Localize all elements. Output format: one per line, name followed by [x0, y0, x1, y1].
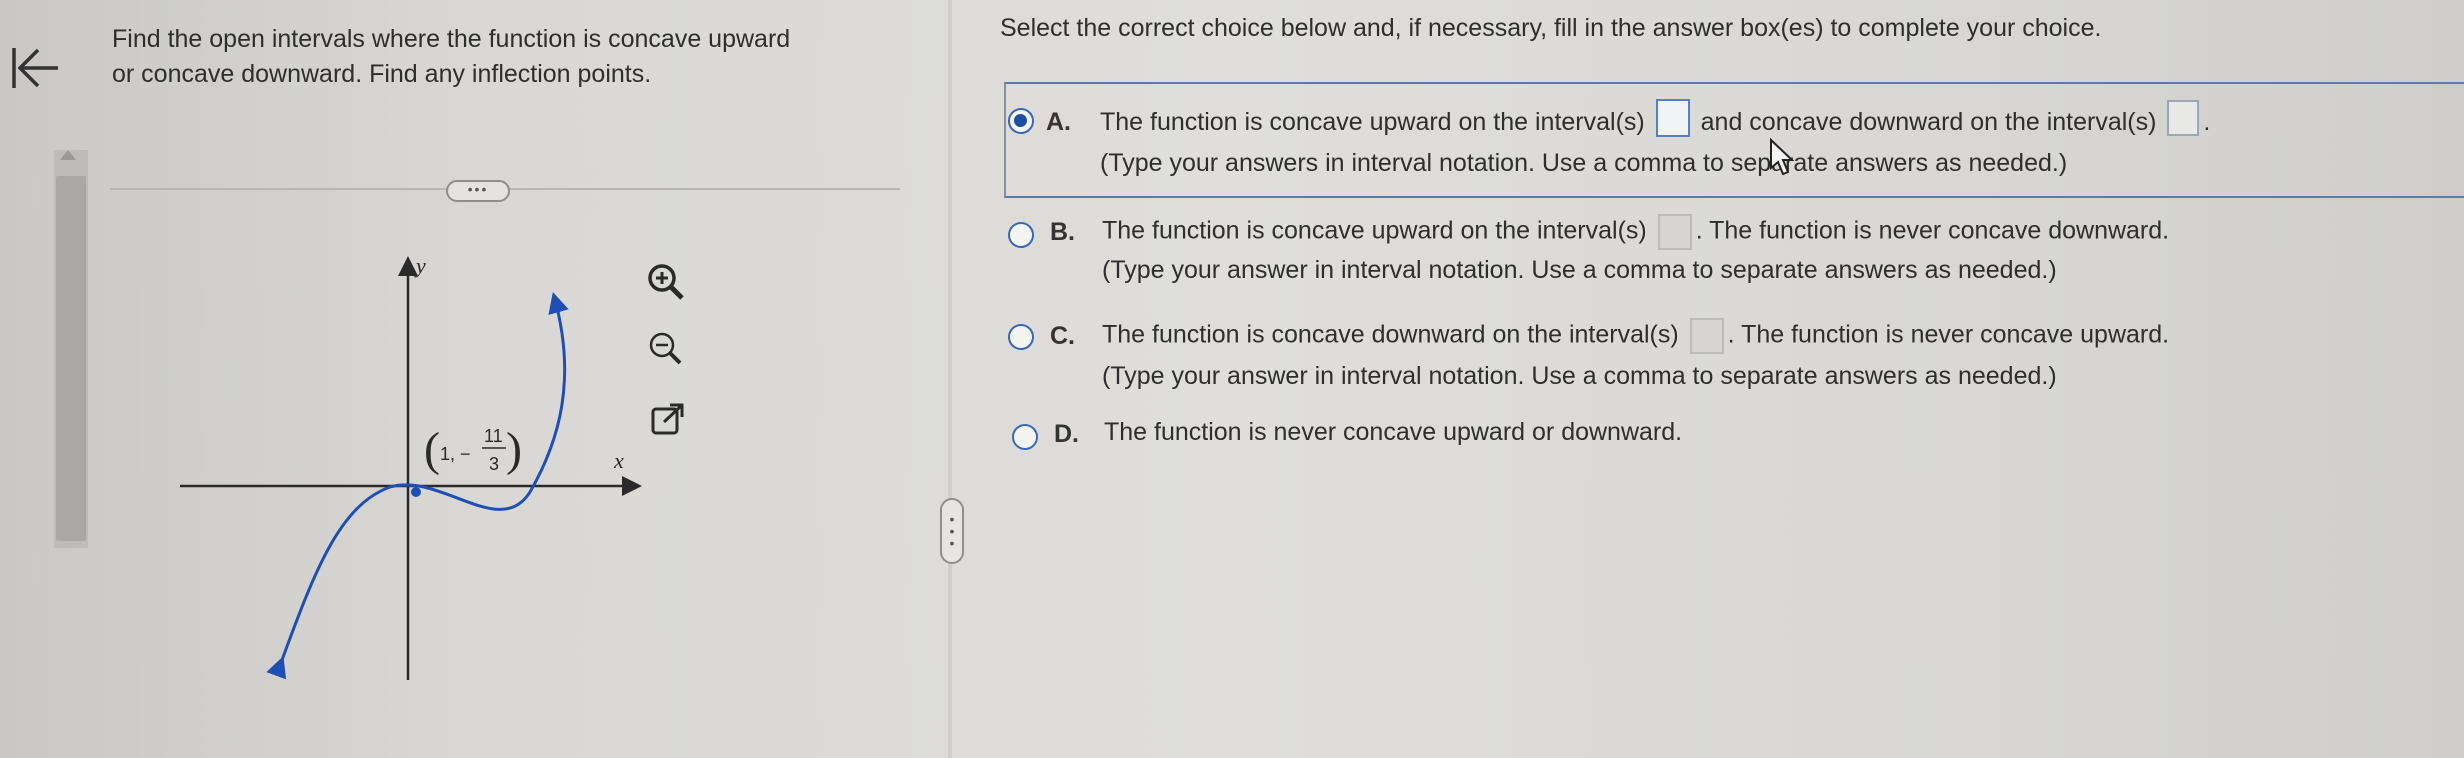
- back-arrow-icon: [12, 48, 58, 88]
- expand-button[interactable]: •••: [446, 180, 510, 202]
- popout-button[interactable]: [648, 400, 694, 446]
- choice-c-text-1: The function is concave downward on the …: [1102, 320, 1679, 349]
- choice-a-concave-up-input[interactable]: [1655, 99, 1690, 138]
- choice-b-concave-up-input[interactable]: [1657, 214, 1692, 250]
- choice-c-radio[interactable]: [1008, 324, 1034, 350]
- x-axis-label: x: [613, 448, 624, 473]
- choice-b-line-1: The function is concave upward on the in…: [1102, 214, 2169, 250]
- point-label-numerator: 11: [484, 426, 503, 446]
- choice-a-text-1: The function is concave upward on the in…: [1100, 108, 1645, 136]
- question-line-2: or concave downward. Find any inflection…: [112, 60, 652, 88]
- choice-c-line-1: The function is concave downward on the …: [1102, 318, 2169, 354]
- external-link-icon: [651, 403, 684, 435]
- choice-b-text-2: . The function is never concave downward…: [1695, 216, 2170, 245]
- function-graph: y x ( 1, − 11 3 ): [180, 253, 642, 680]
- question-text: Find the open intervals where the functi…: [112, 22, 912, 92]
- zoom-out-icon: [649, 332, 682, 365]
- choice-a-text-3: .: [2203, 108, 2211, 136]
- point-label-prefix: 1, −: [440, 444, 471, 464]
- choice-a-text-2: and concave downward on the interval(s): [1700, 108, 2157, 136]
- zoom-out-button[interactable]: [642, 325, 688, 371]
- choice-b-letter: B.: [1050, 218, 1075, 246]
- choice-a-line-1: The function is concave upward on the in…: [1100, 99, 2211, 138]
- function-curve: [266, 291, 569, 680]
- choice-b-line-2: (Type your answer in interval notation. …: [1102, 256, 2057, 284]
- inflection-point: [411, 487, 421, 497]
- choice-a-letter: A.: [1046, 108, 1071, 136]
- choice-d-radio[interactable]: [1012, 424, 1038, 450]
- choice-c-letter: C.: [1050, 322, 1075, 350]
- back-button[interactable]: [6, 40, 62, 96]
- choice-d-letter: D.: [1054, 420, 1079, 448]
- splitter-dot: •: [949, 535, 955, 551]
- choice-c-concave-down-input[interactable]: [1689, 318, 1724, 354]
- panel-splitter[interactable]: [948, 0, 952, 758]
- y-axis-label: y: [414, 253, 426, 278]
- choice-a-highlight: [1004, 82, 2464, 198]
- instruction-text: Select the correct choice below and, if …: [1000, 14, 2102, 42]
- scroll-up-arrow-icon[interactable]: [60, 150, 76, 160]
- choice-a-radio[interactable]: [1008, 108, 1034, 134]
- question-line-1: Find the open intervals where the functi…: [112, 25, 791, 53]
- mouse-cursor-icon: [1770, 138, 1795, 176]
- splitter-handle[interactable]: • • •: [940, 498, 964, 564]
- zoom-in-icon: [648, 264, 684, 300]
- choice-a-line-2: (Type your answers in interval notation.…: [1100, 149, 2068, 177]
- left-scrollbar-thumb[interactable]: [56, 176, 86, 541]
- point-label-close: ): [506, 423, 522, 476]
- choice-c-text-2: . The function is never concave upward.: [1727, 320, 2170, 349]
- choice-b-text-1: The function is concave upward on the in…: [1102, 216, 1647, 245]
- zoom-in-button[interactable]: [642, 258, 688, 304]
- choice-a-concave-down-input[interactable]: [2167, 100, 2200, 137]
- choice-c-line-2: (Type your answer in interval notation. …: [1102, 362, 2057, 390]
- choice-b-radio[interactable]: [1008, 222, 1034, 248]
- point-label-denominator: 3: [489, 454, 499, 474]
- choice-d-line-1: The function is never concave upward or …: [1104, 418, 1683, 446]
- point-label-open: (: [424, 423, 440, 476]
